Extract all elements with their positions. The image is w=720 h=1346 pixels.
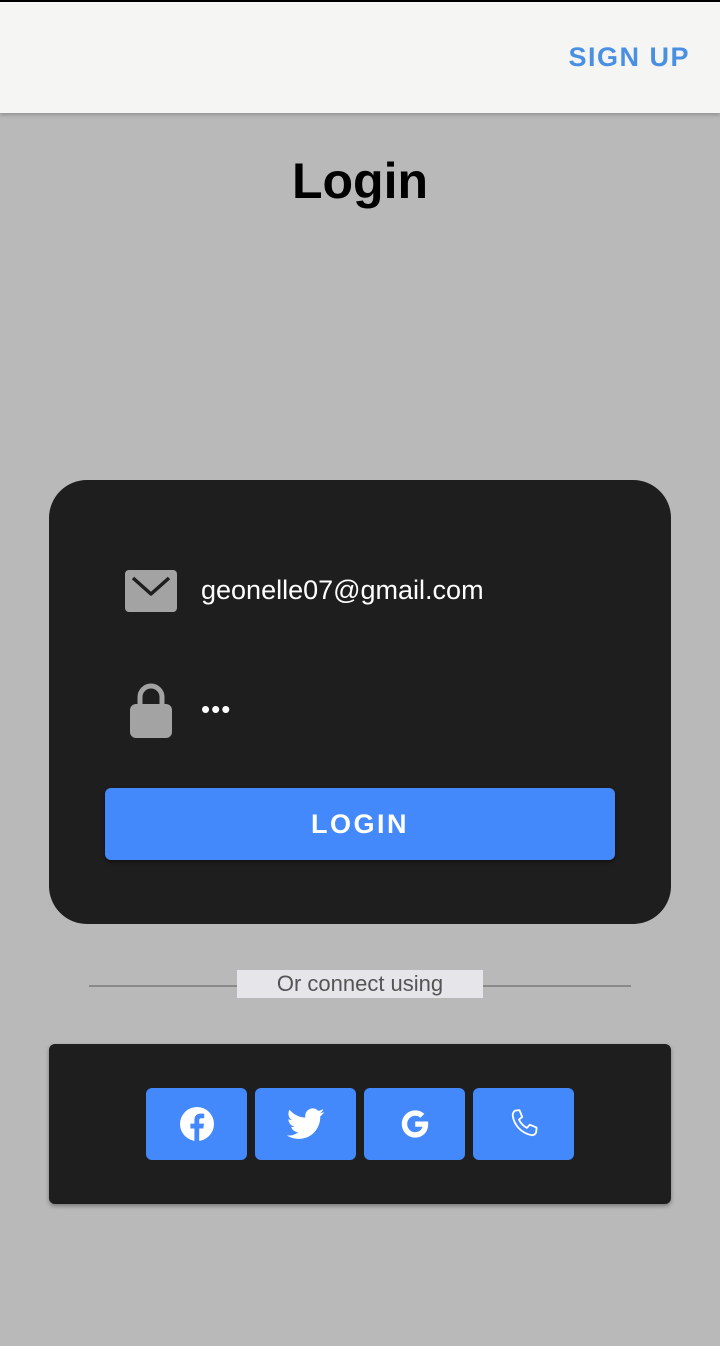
- twitter-icon: [286, 1108, 325, 1140]
- page-title: Login: [291, 153, 429, 209]
- divider-line-right: [483, 985, 631, 987]
- divider-line-left: [89, 985, 238, 987]
- google-button[interactable]: [364, 1088, 465, 1160]
- password-field[interactable]: •••: [123, 680, 623, 740]
- twitter-button[interactable]: [255, 1088, 356, 1160]
- social-login-card: [49, 1044, 671, 1204]
- password-value: •••: [201, 694, 232, 724]
- login-card: geonelle07@gmail.com ••• LOGIN: [49, 480, 671, 924]
- envelope-icon: [123, 560, 179, 620]
- sign-up-button[interactable]: SIGN UP: [568, 42, 690, 73]
- facebook-icon: [179, 1106, 215, 1142]
- phone-button[interactable]: [473, 1088, 574, 1160]
- email-field[interactable]: geonelle07@gmail.com: [123, 560, 623, 620]
- app-bar: SIGN UP: [0, 2, 720, 113]
- google-icon: [397, 1106, 433, 1142]
- divider-label: Or connect using: [237, 970, 483, 998]
- phone-icon: [506, 1106, 542, 1142]
- lock-icon: [123, 680, 179, 740]
- login-screen: SIGN UP Login geonelle07@gmail.com ••• L…: [0, 0, 720, 1346]
- facebook-button[interactable]: [146, 1088, 247, 1160]
- email-value: geonelle07@gmail.com: [201, 575, 484, 605]
- login-button[interactable]: LOGIN: [105, 788, 615, 860]
